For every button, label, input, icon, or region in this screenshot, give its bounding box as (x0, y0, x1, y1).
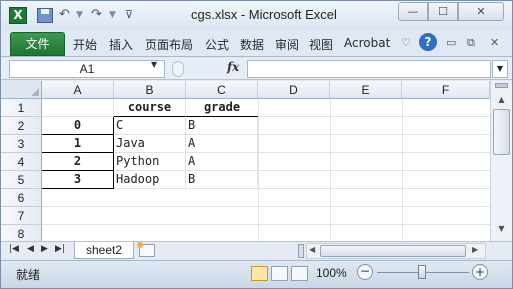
tab-page-layout[interactable]: 页面布局 (145, 36, 193, 53)
row-header-5[interactable]: 5 (1, 171, 42, 189)
insert-sheet-icon[interactable] (137, 242, 155, 257)
maximize-button[interactable]: ☐ (428, 2, 458, 21)
status-bar: 就绪 100% − + (1, 260, 512, 288)
tab-view[interactable]: 视图 (309, 36, 333, 53)
title-bar: X ↶ ▼ ↷ ▼ ⊽ cgs.xlsx - Microsoft Excel —… (1, 1, 512, 30)
zoom-slider-thumb[interactable] (418, 265, 426, 279)
window-title: cgs.xlsx - Microsoft Excel (191, 7, 337, 22)
status-text: 就绪 (16, 268, 41, 282)
insert-function-button[interactable]: fx (227, 60, 239, 74)
last-sheet-icon[interactable]: ▶| (55, 244, 65, 254)
workbook-minimize-icon[interactable]: ▭ (446, 36, 456, 49)
column-header-f[interactable]: F (402, 81, 490, 99)
page-break-view-icon[interactable] (291, 266, 308, 281)
formula-input[interactable] (247, 60, 491, 78)
excel-app-icon[interactable]: X (9, 7, 27, 24)
minimize-button[interactable]: — (398, 2, 428, 21)
vertical-scrollbar[interactable]: ▲ ▼ (490, 81, 512, 241)
row-header-7[interactable]: 7 (1, 207, 42, 225)
vertical-scroll-thumb[interactable] (493, 109, 510, 155)
undo-icon[interactable]: ↶ (59, 6, 70, 24)
row-header-4[interactable]: 4 (1, 153, 42, 171)
sheet-tabs-bar: |◀ ◀ ▶ ▶| sheet2 ◀ ▶ (1, 241, 512, 259)
column-header-b[interactable]: B (114, 81, 186, 99)
split-handle[interactable] (495, 83, 508, 88)
tab-data[interactable]: 数据 (240, 36, 264, 53)
undo-dropdown-icon[interactable]: ▼ (76, 6, 83, 24)
row-header-6[interactable]: 6 (1, 189, 42, 207)
column-header-a[interactable]: A (42, 81, 114, 99)
name-box-dropdown-icon[interactable]: ▼ (151, 60, 157, 69)
customize-toolbar-icon[interactable]: ⊽ (125, 6, 133, 24)
tab-formulas[interactable]: 公式 (205, 36, 229, 53)
workbook-close-icon[interactable]: ✕ (490, 36, 499, 49)
column-header-c[interactable]: C (186, 81, 258, 99)
horizontal-scrollbar[interactable]: ◀ ▶ (306, 243, 486, 259)
page-layout-view-icon[interactable] (271, 266, 288, 281)
tab-insert[interactable]: 插入 (109, 36, 133, 53)
tab-home[interactable]: 开始 (73, 36, 97, 53)
redo-icon[interactable]: ↷ (91, 6, 102, 24)
formula-bar-resize-handle[interactable] (172, 61, 184, 77)
tab-file[interactable]: 文件 (10, 32, 65, 56)
scroll-up-icon[interactable]: ▲ (493, 92, 510, 108)
worksheet-grid: A B C D E F 1 2 3 4 5 6 7 8 course grade… (1, 81, 512, 241)
row-header-2[interactable]: 2 (1, 117, 42, 135)
zoom-in-button[interactable]: + (472, 264, 488, 280)
formula-bar: A1 ▼ fx ▼ (1, 58, 512, 80)
column-header-d[interactable]: D (258, 81, 330, 99)
tab-acrobat[interactable]: Acrobat (344, 36, 390, 50)
horizontal-scroll-thumb[interactable] (320, 245, 466, 257)
zoom-level[interactable]: 100% (316, 266, 347, 280)
excel-window: X ↶ ▼ ↷ ▼ ⊽ cgs.xlsx - Microsoft Excel —… (0, 0, 513, 289)
gridlines (42, 99, 490, 241)
save-icon[interactable] (37, 8, 53, 23)
first-sheet-icon[interactable]: |◀ (9, 244, 19, 254)
row-header-8[interactable]: 8 (1, 225, 42, 241)
tab-split-handle[interactable] (298, 244, 304, 258)
select-all-corner[interactable] (1, 81, 42, 99)
scroll-down-icon[interactable]: ▼ (493, 221, 510, 237)
tab-review[interactable]: 审阅 (275, 36, 299, 53)
zoom-out-button[interactable]: − (357, 264, 373, 280)
row-header-3[interactable]: 3 (1, 135, 42, 153)
expand-formula-bar-icon[interactable]: ▼ (492, 60, 508, 78)
help-icon[interactable]: ? (419, 33, 437, 51)
column-header-e[interactable]: E (330, 81, 402, 99)
minimize-ribbon-icon[interactable]: ♡ (401, 36, 411, 49)
close-button[interactable]: ✕ (458, 2, 504, 21)
name-box[interactable]: A1 (9, 60, 165, 78)
scroll-left-icon[interactable]: ◀ (309, 245, 315, 254)
prev-sheet-icon[interactable]: ◀ (27, 244, 34, 254)
scroll-right-icon[interactable]: ▶ (472, 245, 478, 254)
row-header-1[interactable]: 1 (1, 99, 42, 117)
normal-view-icon[interactable] (251, 266, 268, 281)
next-sheet-icon[interactable]: ▶ (41, 244, 48, 254)
redo-dropdown-icon[interactable]: ▼ (109, 6, 116, 24)
sheet-tab-active[interactable]: sheet2 (74, 242, 134, 259)
workbook-restore-icon[interactable]: ⧉ (467, 36, 475, 50)
